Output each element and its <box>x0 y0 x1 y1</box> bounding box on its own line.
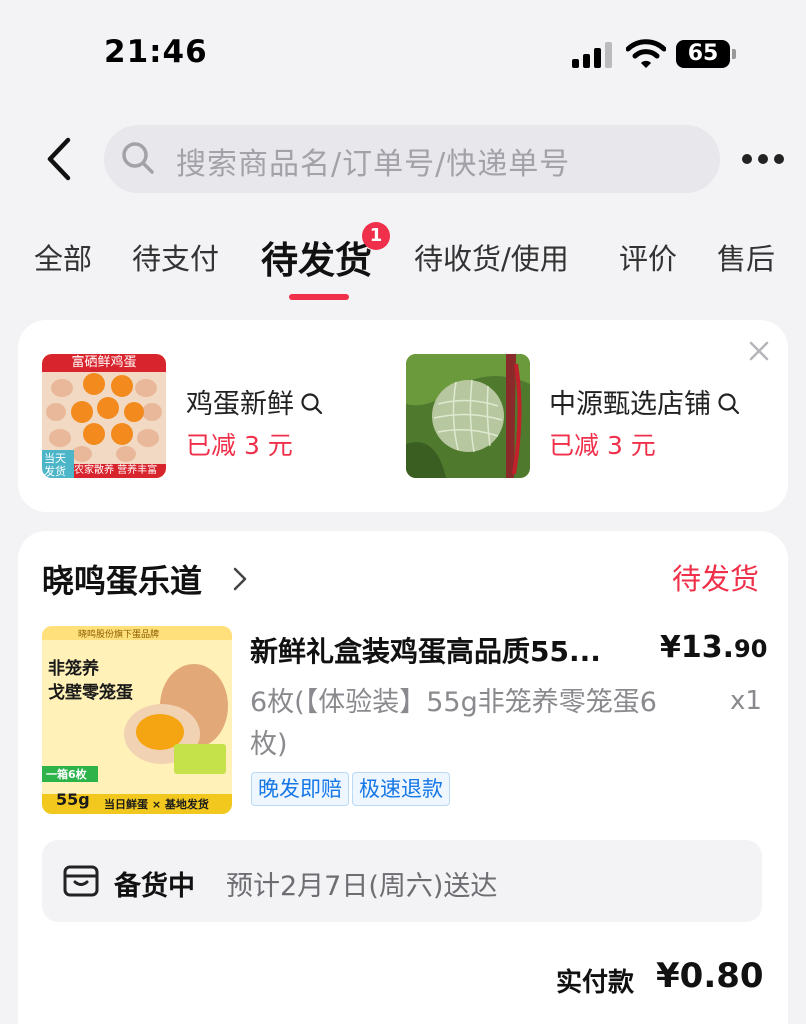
search-icon <box>301 393 323 415</box>
product-image-weight: 55g <box>56 790 90 809</box>
tab-badge-count: 1 <box>362 222 390 250</box>
product-image-footer: 当日鲜蛋 × 基地发货 <box>104 798 209 811</box>
product-image-brand: 晓鸣股份旗下蛋品牌 <box>78 630 160 640</box>
product-image-box: 一箱6枚 <box>46 768 87 781</box>
tab-pending-receipt[interactable]: 待收货/使用 <box>414 236 569 278</box>
recommend-discount-2: 已减 3 元 <box>549 431 656 460</box>
search-icon <box>718 393 740 415</box>
active-tab-indicator <box>289 294 349 300</box>
payment-label: 实付款 <box>556 968 635 998</box>
more-options-icon[interactable] <box>740 150 786 170</box>
price-main: ¥13. <box>660 630 735 665</box>
recommend-image-banner: 富硒鲜鸡蛋 <box>71 355 137 370</box>
tab-pending-shipment[interactable]: 待发货 <box>261 230 372 284</box>
payment-amount: ¥0.80 <box>656 956 764 996</box>
status-bar: 21:46 65 <box>0 0 806 100</box>
recommend-name-text: 中源甄选店铺 <box>549 389 711 420</box>
recommend-discount-1: 已减 3 元 <box>186 431 293 460</box>
product-quantity: x1 <box>730 686 762 716</box>
tag-late-ship-compensation: 晚发即赔 <box>251 772 349 806</box>
shop-name[interactable]: 晓鸣蛋乐道 <box>42 556 202 602</box>
chevron-right-icon[interactable] <box>232 566 248 592</box>
battery-icon: 65 <box>676 40 736 68</box>
order-status: 待发货 <box>672 562 760 596</box>
wifi-icon <box>626 39 666 68</box>
tab-all[interactable]: 全部 <box>34 236 92 278</box>
tag-fast-refund: 极速退款 <box>352 772 450 806</box>
close-icon[interactable] <box>748 340 770 362</box>
tab-pending-payment[interactable]: 待支付 <box>132 236 219 278</box>
search-placeholder: 搜索商品名/订单号/快递单号 <box>176 147 571 182</box>
product-price: ¥13.90 <box>660 630 767 665</box>
shipping-eta: 预计2月7日(周六)送达 <box>226 871 498 902</box>
status-time: 21:46 <box>104 34 208 70</box>
recommend-product-image-melon[interactable] <box>406 354 530 478</box>
product-image-line1: 非笼养 <box>48 659 99 679</box>
product-image-line2: 戈壁零笼蛋 <box>48 683 133 703</box>
recommend-name-text: 鸡蛋新鲜 <box>186 389 294 420</box>
product-title[interactable]: 新鲜礼盒装鸡蛋高品质55... <box>250 630 630 670</box>
package-icon <box>63 865 99 897</box>
recommend-search-term-2[interactable]: 中源甄选店铺 <box>549 382 741 421</box>
tab-after-sales[interactable]: 售后 <box>717 236 775 278</box>
search-icon <box>122 142 154 174</box>
recommend-search-term-1[interactable]: 鸡蛋新鲜 <box>186 382 324 421</box>
tab-reviews[interactable]: 评价 <box>619 236 677 278</box>
recommend-image-tag: 当天发货 <box>44 452 66 478</box>
back-arrow-icon[interactable] <box>40 134 76 184</box>
product-spec: 6枚(【体验装】55g非笼养零笼蛋6枚) <box>250 687 657 760</box>
battery-level: 65 <box>676 40 730 68</box>
shipping-status-label: 备货中 <box>114 871 195 902</box>
cellular-signal-icon <box>572 42 616 68</box>
price-decimal: 90 <box>734 635 768 663</box>
recommend-image-footer: 农家散养 营养丰富 <box>74 465 158 476</box>
